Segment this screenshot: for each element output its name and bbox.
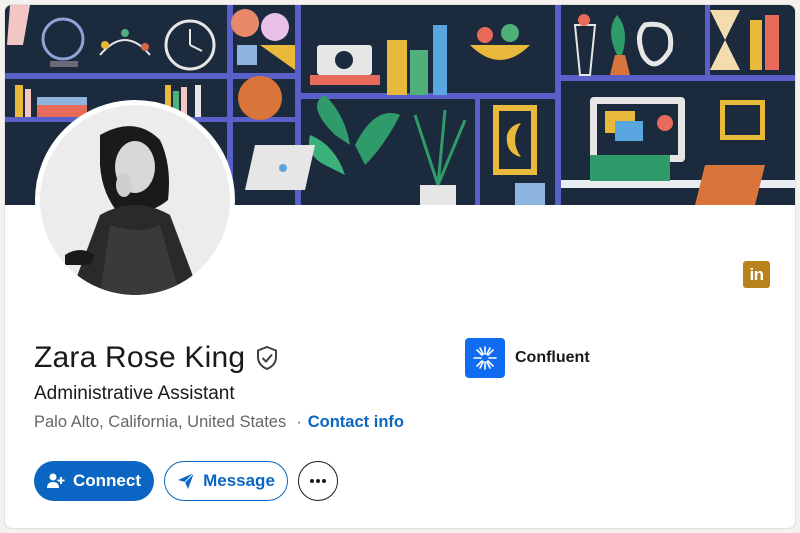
profile-avatar[interactable]: [35, 100, 235, 300]
connect-button[interactable]: Connect: [34, 461, 154, 501]
company-name: Confluent: [515, 349, 590, 366]
paper-plane-icon: [177, 472, 195, 490]
more-actions-button[interactable]: [298, 461, 338, 501]
linkedin-badge[interactable]: in: [743, 261, 770, 288]
contact-info-link[interactable]: Contact info: [308, 413, 404, 432]
location-row: Palo Alto, California, United States · C…: [34, 413, 404, 432]
separator-dot: ·: [296, 413, 302, 431]
profile-location: Palo Alto, California, United States: [34, 413, 287, 431]
profile-photo: [40, 105, 230, 295]
current-company[interactable]: Confluent: [465, 338, 590, 378]
ellipsis-icon: [310, 479, 326, 483]
profile-card: in Zara Rose King Administrative Assista…: [4, 4, 796, 529]
company-logo: [465, 338, 505, 378]
message-label: Message: [203, 471, 275, 490]
name-row: Zara Rose King: [34, 341, 279, 375]
profile-headline: Administrative Assistant: [34, 383, 235, 404]
connect-label: Connect: [73, 471, 141, 490]
profile-name: Zara Rose King: [34, 341, 246, 374]
shield-check-icon[interactable]: [255, 345, 279, 371]
profile-actions: Connect Message: [34, 461, 338, 501]
message-button[interactable]: Message: [164, 461, 288, 501]
confluent-logo-icon: [473, 346, 497, 370]
add-person-icon: [47, 472, 65, 490]
